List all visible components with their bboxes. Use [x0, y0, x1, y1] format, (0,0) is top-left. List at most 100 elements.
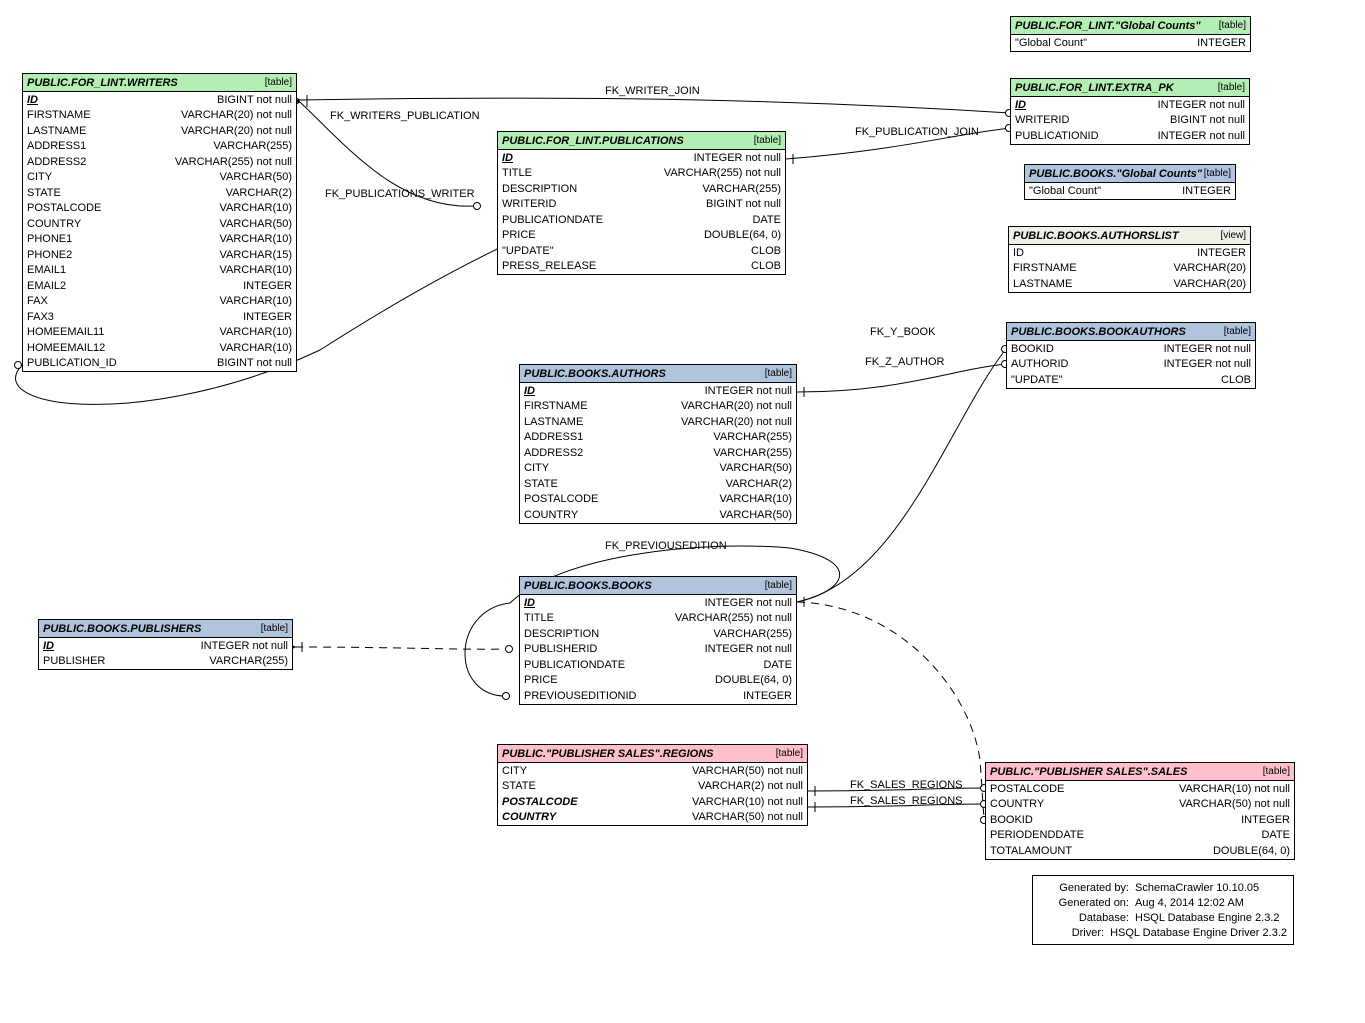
column-row: WRITERIDBIGINT not null — [1011, 113, 1249, 129]
column-type: VARCHAR(50) — [719, 509, 792, 521]
table-regions[interactable]: PUBLIC."PUBLISHER SALES".REGIONS [table]… — [497, 744, 808, 826]
view-authorslist[interactable]: PUBLIC.BOOKS.AUTHORSLIST [view] IDINTEGE… — [1008, 226, 1251, 293]
column-row: "Global Count"INTEGER — [1011, 35, 1250, 51]
column-row: PUBLICATIONIDINTEGER not null — [1011, 128, 1249, 144]
column-row: PUBLICATION_ID BIGINT not null — [23, 356, 296, 372]
entity-title: PUBLIC.BOOKS.BOOKS — [524, 580, 656, 592]
column-row: POSTALCODEVARCHAR(10) not null — [986, 781, 1294, 797]
column-name: PREVIOUSEDITIONID — [524, 690, 636, 702]
table-extra-pk[interactable]: PUBLIC.FOR_LINT.EXTRA_PK [table] IDINTEG… — [1010, 78, 1250, 145]
column-name: ID — [43, 640, 54, 652]
entity-type: [table] — [1218, 82, 1245, 93]
column-name: POSTALCODE — [502, 796, 578, 808]
column-name: PUBLISHERID — [524, 643, 597, 655]
column-row: BOOKIDINTEGER not null — [1007, 341, 1255, 357]
column-type: VARCHAR(2) — [226, 187, 292, 199]
column-type: VARCHAR(20) not null — [181, 125, 292, 137]
column-type: VARCHAR(10) — [219, 326, 292, 338]
column-row: IDINTEGER not null — [498, 150, 785, 166]
entity-title: PUBLIC.FOR_LINT.EXTRA_PK — [1015, 82, 1178, 94]
column-type: VARCHAR(255) — [213, 140, 292, 152]
column-type: BIGINT not null — [217, 357, 292, 369]
table-bookauthors[interactable]: PUBLIC.BOOKS.BOOKAUTHORS [table] BOOKIDI… — [1006, 322, 1256, 389]
entity-header: PUBLIC.FOR_LINT."Global Counts" [table] — [1011, 17, 1250, 35]
column-name: WRITERID — [502, 198, 556, 210]
table-books[interactable]: PUBLIC.BOOKS.BOOKS [table] IDINTEGER not… — [519, 576, 797, 705]
column-name: COUNTRY — [524, 509, 578, 521]
column-row: STATE VARCHAR(2) not null — [498, 779, 807, 795]
entity-title: PUBLIC.BOOKS.AUTHORSLIST — [1013, 230, 1183, 242]
table-writers[interactable]: PUBLIC.FOR_LINT.WRITERS [table] IDBIGINT… — [22, 73, 297, 372]
column-row: TITLEVARCHAR(255) not null — [498, 166, 785, 182]
entity-type: [table] — [1204, 168, 1231, 179]
column-name: POSTALCODE — [524, 493, 598, 505]
column-row: PHONE1VARCHAR(10) — [23, 232, 296, 248]
column-name: HOMEEMAIL12 — [27, 342, 105, 354]
column-name: STATE — [502, 780, 536, 792]
rel-label: FK_WRITERS_PUBLICATION — [330, 110, 480, 122]
column-row: EMAIL2INTEGER — [23, 278, 296, 294]
column-row: LASTNAMEVARCHAR(20) not null — [23, 123, 296, 139]
info-value: HSQL Database Engine Driver 2.3.2 — [1110, 927, 1287, 939]
table-sales[interactable]: PUBLIC."PUBLISHER SALES".SALES [table] P… — [985, 762, 1295, 860]
column-type: INTEGER — [743, 690, 792, 702]
column-row: PUBLICATIONDATEDATE — [498, 212, 785, 228]
rel-label: FK_SALES_REGIONS — [850, 795, 963, 807]
column-type: INTEGER — [1197, 247, 1246, 259]
table-publications[interactable]: PUBLIC.FOR_LINT.PUBLICATIONS [table] IDI… — [497, 131, 786, 275]
column-type: VARCHAR(50) not null — [692, 765, 803, 777]
column-type: INTEGER not null — [1164, 343, 1251, 355]
column-name: PUBLICATION_ID — [27, 357, 117, 369]
column-type: VARCHAR(255) — [209, 655, 288, 667]
entity-header: PUBLIC.BOOKS."Global Counts" [table] — [1025, 165, 1235, 183]
column-name: TITLE — [524, 612, 554, 624]
column-row: ADDRESS2VARCHAR(255) — [520, 445, 796, 461]
column-row: FAXVARCHAR(10) — [23, 294, 296, 310]
column-row: WRITERID BIGINT not null — [498, 197, 785, 213]
entity-type: [table] — [265, 77, 292, 88]
column-type: VARCHAR(2) not null — [698, 780, 803, 792]
column-name: ID — [524, 597, 535, 609]
column-type: DATE — [752, 214, 781, 226]
entity-title: PUBLIC."PUBLISHER SALES".SALES — [990, 766, 1191, 778]
column-type: VARCHAR(20) not null — [681, 416, 792, 428]
column-type: DATE — [1261, 829, 1290, 841]
column-row: LASTNAMEVARCHAR(20) not null — [520, 414, 796, 430]
column-name: CITY — [502, 765, 527, 777]
column-type: VARCHAR(50) not null — [692, 811, 803, 823]
column-name: TOTALAMOUNT — [990, 845, 1072, 857]
column-name: PRICE — [524, 674, 558, 686]
table-global-counts-lint[interactable]: PUBLIC.FOR_LINT."Global Counts" [table] … — [1010, 16, 1251, 52]
column-type: DATE — [763, 659, 792, 671]
column-type: VARCHAR(10) not null — [692, 796, 803, 808]
column-row: HOMEEMAIL12VARCHAR(10) — [23, 340, 296, 356]
table-authors[interactable]: PUBLIC.BOOKS.AUTHORS [table] IDINTEGER n… — [519, 364, 797, 524]
column-row: ADDRESS1VARCHAR(255) — [23, 139, 296, 155]
column-name: LASTNAME — [1013, 278, 1072, 290]
table-books-global-counts[interactable]: PUBLIC.BOOKS."Global Counts" [table] "Gl… — [1024, 164, 1236, 200]
entity-title: PUBLIC.BOOKS.BOOKAUTHORS — [1011, 326, 1190, 338]
entity-header: PUBLIC.FOR_LINT.WRITERS [table] — [23, 74, 296, 92]
column-name: PHONE1 — [27, 233, 72, 245]
column-name: FAX — [27, 295, 48, 307]
column-row: PUBLISHERIDINTEGER not null — [520, 642, 796, 658]
entity-title: PUBLIC.BOOKS.AUTHORS — [524, 368, 670, 380]
column-row: LASTNAME VARCHAR(20) — [1009, 276, 1250, 292]
rel-label: FK_PUBLICATIONS_WRITER — [325, 188, 475, 200]
column-row: TOTALAMOUNTDOUBLE(64, 0) — [986, 843, 1294, 859]
column-row: BOOKIDINTEGER — [986, 812, 1294, 828]
entity-type: [table] — [765, 580, 792, 591]
column-type: BIGINT not null — [706, 198, 781, 210]
column-row: CITYVARCHAR(50) — [520, 461, 796, 477]
column-row: DESCRIPTIONVARCHAR(255) — [520, 626, 796, 642]
entity-type: [table] — [765, 368, 792, 379]
column-type: VARCHAR(20) — [1173, 278, 1246, 290]
column-row: POSTALCODEVARCHAR(10) — [23, 201, 296, 217]
column-type: INTEGER not null — [1164, 358, 1251, 370]
column-row: FIRSTNAMEVARCHAR(20) — [1009, 261, 1250, 277]
table-publishers[interactable]: PUBLIC.BOOKS.PUBLISHERS [table] IDINTEGE… — [38, 619, 293, 670]
entity-header: PUBLIC.FOR_LINT.PUBLICATIONS [table] — [498, 132, 785, 150]
column-name: PUBLICATIONDATE — [524, 659, 625, 671]
column-row: AUTHORIDINTEGER not null — [1007, 357, 1255, 373]
column-row: PUBLISHERVARCHAR(255) — [39, 654, 292, 670]
